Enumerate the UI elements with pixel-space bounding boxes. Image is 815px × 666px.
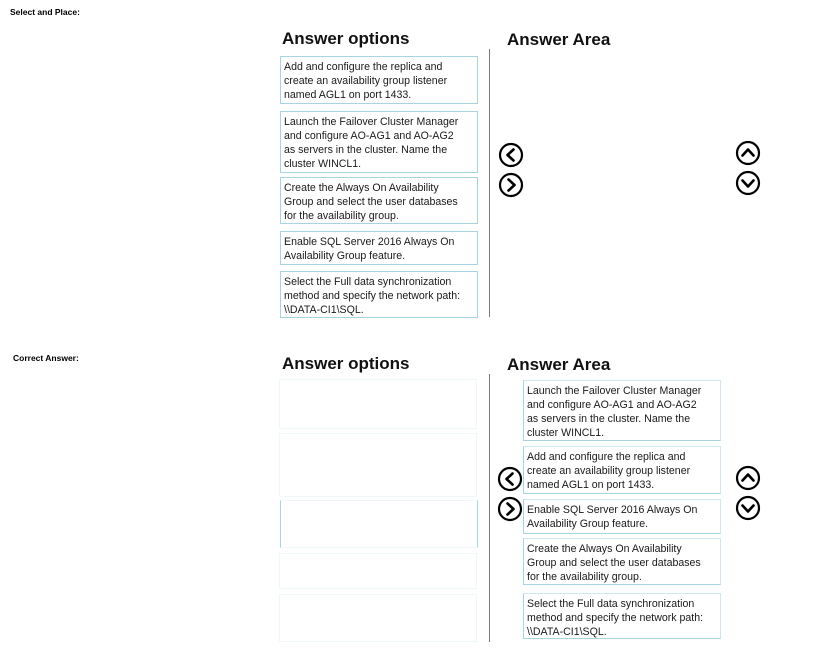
empty-option-slot	[279, 433, 477, 497]
empty-option-slot	[280, 500, 478, 548]
move-right-button[interactable]	[497, 496, 523, 522]
move-left-button[interactable]	[498, 142, 524, 168]
move-right-button[interactable]	[498, 172, 524, 198]
move-up-button[interactable]	[735, 140, 761, 166]
chevron-down-circle-icon	[735, 170, 761, 196]
answer-options-heading: Answer options	[282, 354, 410, 373]
answer-area-heading: Answer Area	[507, 30, 611, 49]
answer-area-item[interactable]: Create the Always On Availability Group …	[523, 538, 721, 585]
answer-option[interactable]: Select the Full data synchronization met…	[280, 271, 478, 318]
chevron-left-circle-icon	[498, 142, 524, 168]
column-divider	[489, 49, 490, 317]
answer-area-item[interactable]: Enable SQL Server 2016 Always On Availab…	[523, 499, 721, 534]
chevron-left-circle-icon	[497, 466, 523, 492]
section-label: Select and Place:	[10, 7, 80, 17]
chevron-up-circle-icon	[735, 140, 761, 166]
answer-option[interactable]: Launch the Failover Cluster Manager and …	[280, 111, 478, 173]
column-divider	[489, 374, 490, 642]
chevron-down-circle-icon	[735, 495, 761, 521]
answer-area-item[interactable]: Select the Full data synchronization met…	[523, 593, 721, 639]
move-up-button[interactable]	[735, 465, 761, 491]
empty-option-slot	[279, 553, 477, 589]
section-label: Correct Answer:	[13, 353, 79, 363]
answer-option[interactable]: Add and configure the replica and create…	[280, 56, 478, 104]
chevron-up-circle-icon	[735, 465, 761, 491]
answer-option[interactable]: Enable SQL Server 2016 Always On Availab…	[280, 231, 478, 265]
answer-area-drop-zone[interactable]	[520, 56, 725, 318]
answer-area-item[interactable]: Add and configure the replica and create…	[523, 446, 721, 494]
answer-option[interactable]: Create the Always On Availability Group …	[280, 177, 478, 224]
empty-option-slot	[279, 594, 477, 642]
answer-area-item[interactable]: Launch the Failover Cluster Manager and …	[523, 380, 721, 441]
answer-area-heading: Answer Area	[507, 355, 611, 374]
chevron-right-circle-icon	[498, 172, 524, 198]
move-left-button[interactable]	[497, 466, 523, 492]
answer-options-heading: Answer options	[282, 29, 410, 48]
empty-option-slot	[279, 379, 477, 429]
chevron-right-circle-icon	[497, 496, 523, 522]
move-down-button[interactable]	[735, 170, 761, 196]
move-down-button[interactable]	[735, 495, 761, 521]
